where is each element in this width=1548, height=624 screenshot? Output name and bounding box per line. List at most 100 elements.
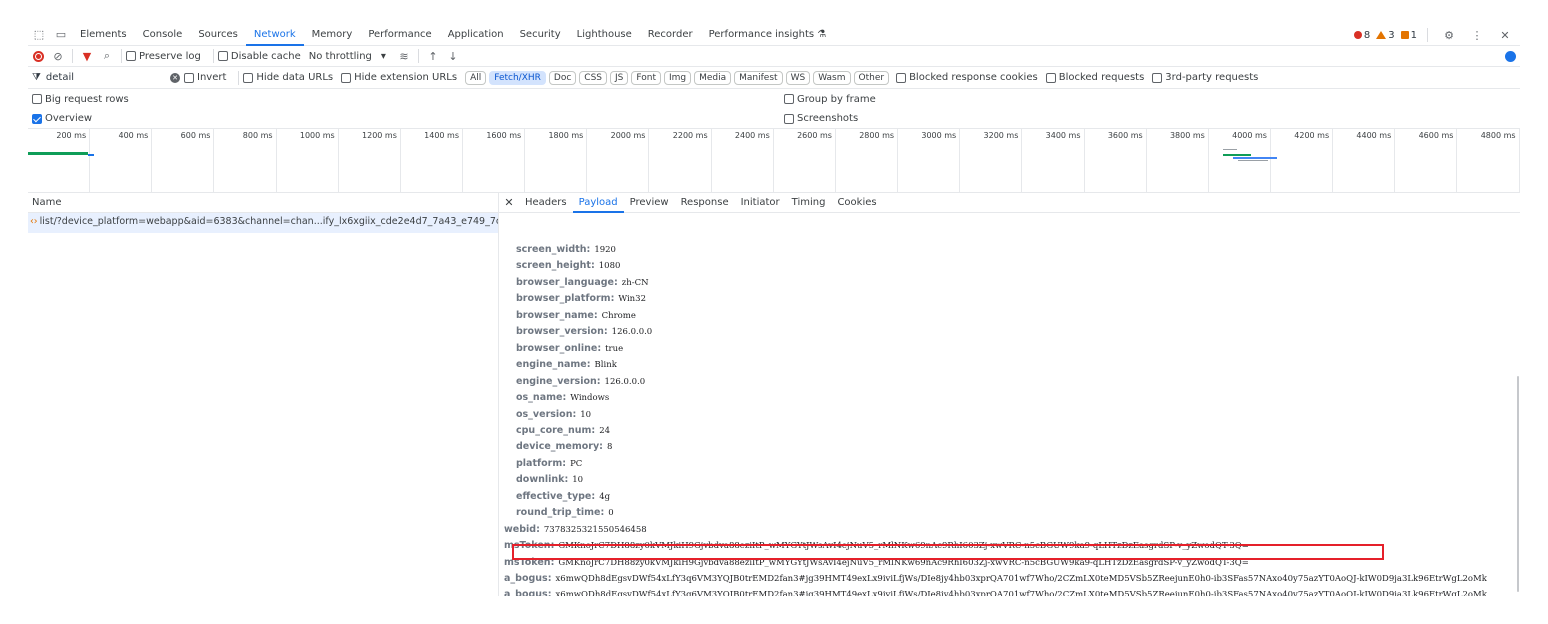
overview-checkbox[interactable]: Overview: [32, 113, 92, 124]
param-key: platform:: [516, 457, 567, 469]
chip-doc[interactable]: Doc: [548, 70, 577, 85]
tab-network[interactable]: Network: [245, 24, 304, 46]
scrollbar-thumb[interactable]: [1517, 376, 1519, 592]
payload-param[interactable]: os_version: 10: [516, 407, 591, 423]
tab-performance[interactable]: Performance: [360, 24, 439, 46]
clear-icon[interactable]: ⊘: [48, 46, 68, 66]
close-details-icon[interactable]: ✕: [499, 196, 519, 209]
param-key: os_version:: [516, 408, 577, 420]
payload-param[interactable]: browser_name: Chrome: [516, 308, 636, 324]
tab-security[interactable]: Security: [512, 24, 569, 46]
chip-font[interactable]: Font: [631, 70, 661, 85]
third-party-checkbox[interactable]: 3rd-party requests: [1152, 72, 1258, 83]
chip-manifest[interactable]: Manifest: [734, 70, 783, 85]
group-by-frame-label: Group by frame: [797, 93, 876, 105]
payload-param[interactable]: screen_height: 1080: [516, 258, 620, 274]
tab-console[interactable]: Console: [135, 24, 191, 46]
chip-media[interactable]: Media: [694, 70, 732, 85]
payload-param[interactable]: browser_online: true: [516, 341, 623, 357]
overview-timeline[interactable]: 4800 ms 4600 ms 4400 ms 4200 ms 4000 ms 3800 …: [28, 129, 1520, 193]
tab-memory[interactable]: Memory: [304, 24, 361, 46]
chip-img[interactable]: Img: [663, 70, 692, 85]
tab-sources[interactable]: Sources: [190, 24, 246, 46]
more-options-icon[interactable]: ⋮: [1466, 24, 1488, 46]
disable-cache-checkbox[interactable]: Disable cache: [217, 51, 301, 62]
payload-param[interactable]: browser_platform: Win32: [516, 291, 646, 307]
tab-cookies[interactable]: Cookies: [831, 193, 882, 213]
clear-filter-icon[interactable]: ✕: [170, 72, 180, 83]
tab-headers[interactable]: Headers: [519, 193, 573, 213]
filter-funnel-icon[interactable]: ▼: [77, 46, 97, 66]
tab-initiator[interactable]: Initiator: [735, 193, 786, 213]
payload-param[interactable]: engine_name: Blink: [516, 357, 617, 373]
tab-response[interactable]: Response: [675, 193, 735, 213]
payload-param[interactable]: webid: 7378325321550546458: [504, 522, 647, 538]
blocked-cookies-checkbox[interactable]: Blocked response cookies: [896, 72, 1038, 83]
network-conditions-icon[interactable]: ≋: [394, 46, 414, 66]
details-tab-bar: ✕ Headers Payload Preview Response Initi…: [499, 193, 1520, 213]
chip-css[interactable]: CSS: [579, 70, 607, 85]
chip-fetch-xhr[interactable]: Fetch/XHR: [489, 70, 546, 85]
payload-param[interactable]: a_bogus: x6mwQDh8dEgsvDWf54xLfY3q6VM3YQJB…: [504, 571, 1487, 587]
payload-param[interactable]: engine_version: 126.0.0.0: [516, 374, 645, 390]
chip-other[interactable]: Other: [853, 70, 890, 85]
device-toolbar-icon[interactable]: ▭: [50, 24, 72, 46]
request-row[interactable]: ‹› list/?device_platform=webapp&aid=6383&…: [28, 213, 498, 233]
tab-timing[interactable]: Timing: [786, 193, 832, 213]
checkbox-box: [784, 113, 794, 124]
payload-param[interactable]: platform: PC: [516, 456, 582, 472]
tab-payload[interactable]: Payload: [572, 193, 624, 213]
payload-param[interactable]: effective_type: 4g: [516, 489, 610, 505]
param-key: downlink:: [516, 474, 569, 486]
tab-recorder[interactable]: Recorder: [640, 24, 701, 46]
warning-badge[interactable]: 3: [1376, 30, 1395, 41]
inspect-element-icon[interactable]: ⬚: [28, 24, 50, 46]
network-settings-icon[interactable]: [1505, 51, 1516, 62]
payload-param[interactable]: round_trip_time: 0: [516, 505, 614, 521]
chip-wasm[interactable]: Wasm: [813, 70, 851, 85]
param-value: 1920: [594, 245, 616, 255]
name-column-header[interactable]: Name: [28, 193, 498, 213]
chip-js[interactable]: JS: [610, 70, 629, 85]
group-by-frame-checkbox[interactable]: Group by frame: [784, 94, 876, 105]
screenshots-checkbox[interactable]: Screenshots: [784, 113, 858, 124]
tab-lighthouse[interactable]: Lighthouse: [569, 24, 640, 46]
close-icon[interactable]: ✕: [1494, 24, 1516, 46]
hide-extension-urls-checkbox[interactable]: Hide extension URLs: [341, 72, 457, 83]
preserve-log-checkbox[interactable]: Preserve log: [126, 51, 201, 62]
record-button[interactable]: [28, 46, 48, 66]
export-har-icon[interactable]: ↓: [443, 46, 463, 66]
payload-param[interactable]: browser_language: zh-CN: [516, 275, 649, 291]
payload-param[interactable]: browser_version: 126.0.0.0: [516, 324, 652, 340]
payload-param[interactable]: screen_width: 1920: [516, 242, 616, 258]
record-icon: [32, 50, 44, 62]
tab-elements[interactable]: Elements: [72, 24, 135, 46]
issues-badge[interactable]: 1: [1400, 30, 1417, 41]
timeline-tick-label: 4000 ms: [1232, 131, 1267, 140]
param-value: 4g: [599, 491, 611, 502]
error-badge[interactable]: 8: [1353, 30, 1370, 41]
payload-param[interactable]: device_memory: 8: [516, 439, 612, 455]
param-value: true: [605, 343, 624, 354]
search-icon[interactable]: ⌕: [97, 46, 117, 66]
hide-data-urls-checkbox[interactable]: Hide data URLs: [243, 72, 333, 83]
tab-preview[interactable]: Preview: [624, 193, 675, 213]
settings-gear-icon[interactable]: ⚙: [1438, 24, 1460, 46]
import-har-icon[interactable]: ↑: [423, 46, 443, 66]
payload-param[interactable]: cpu_core_num: 24: [516, 423, 610, 439]
chip-ws[interactable]: WS: [785, 70, 811, 85]
invert-checkbox[interactable]: Invert: [184, 72, 226, 83]
network-toolbar: ⊘ ▼ ⌕ Preserve log Disable cache No thro…: [28, 46, 1520, 67]
blocked-requests-checkbox[interactable]: Blocked requests: [1045, 72, 1144, 83]
tab-performance-insights[interactable]: Performance insights ⚗: [701, 24, 835, 46]
chip-all[interactable]: All: [465, 70, 487, 85]
filter-input[interactable]: ⧩ detail ✕: [28, 69, 184, 87]
flask-icon: ⚗: [817, 28, 827, 40]
payload-param[interactable]: a_bogus: x6mwQDh8dEgsvDWf54xLfY3q6VM3YQJB…: [504, 587, 1487, 596]
payload-param[interactable]: downlink: 10: [516, 472, 583, 488]
payload-param[interactable]: os_name: Windows: [516, 390, 609, 406]
throttling-select[interactable]: No throttling ▾: [309, 51, 386, 62]
param-value: 24: [599, 425, 611, 436]
tab-application[interactable]: Application: [440, 24, 512, 46]
big-rows-checkbox[interactable]: Big request rows: [32, 94, 129, 105]
